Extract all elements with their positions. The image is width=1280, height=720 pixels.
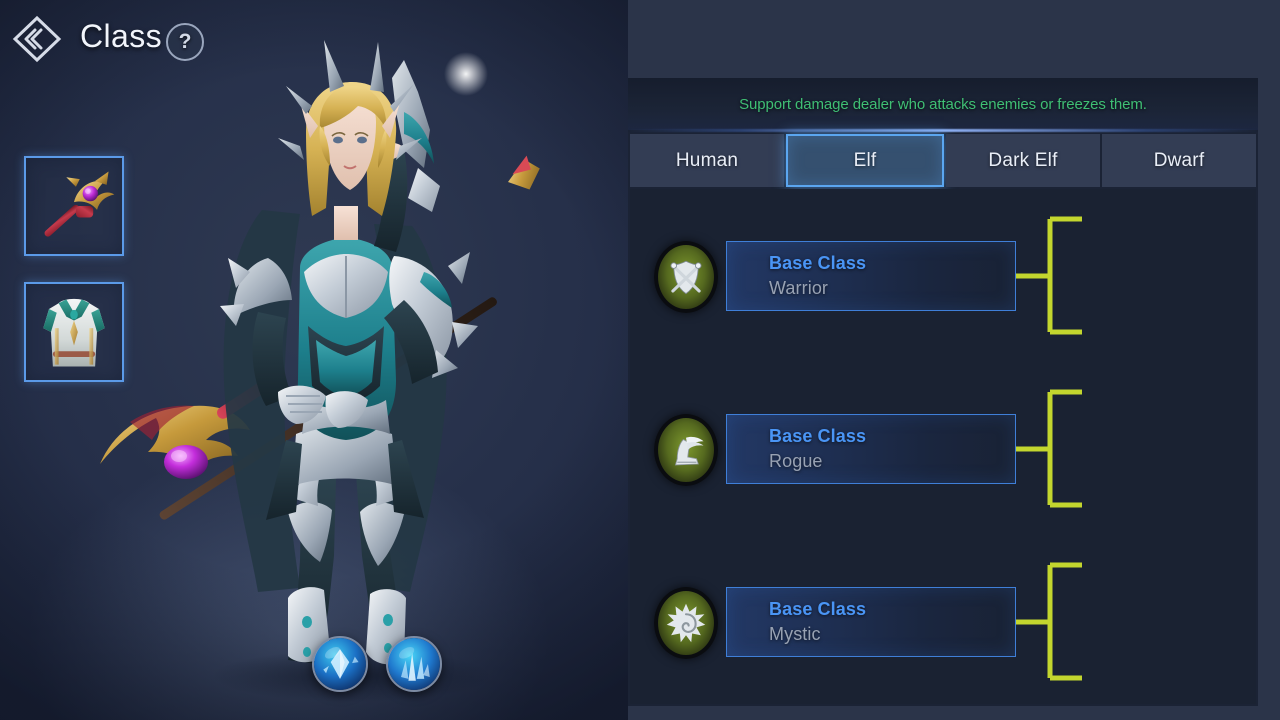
- class-tree: Base Class Warrior Lv. 31 Required Templ…: [630, 189, 1256, 704]
- skill-orb-1[interactable]: [312, 636, 368, 692]
- top-bar: Class ?: [0, 0, 628, 78]
- race-tab-bar: Human Elf Dark Elf Dwarf: [630, 134, 1256, 187]
- help-button[interactable]: ?: [166, 23, 204, 61]
- base-class-icon-rogue: [654, 414, 718, 486]
- class-group-warrior: Base Class Warrior Lv. 31 Required Templ…: [630, 189, 1256, 364]
- base-class-label: Base Class: [769, 426, 867, 446]
- class-group-rogue: Base Class Rogue Lv. 31 Required Plains …: [630, 362, 1256, 537]
- armor-slot[interactable]: [24, 282, 124, 382]
- skill-orb-2[interactable]: [386, 636, 442, 692]
- base-class-label: Base Class: [769, 599, 867, 619]
- tab-elf[interactable]: Elf: [786, 134, 944, 187]
- panel-divider: [628, 129, 1258, 132]
- page-title: Class: [80, 18, 163, 54]
- class-panel: Support damage dealer who attacks enemie…: [628, 78, 1258, 706]
- class-group-mystic: Base Class Mystic Lv. 31 Required Spells…: [630, 535, 1256, 710]
- tab-dwarf[interactable]: Dwarf: [1102, 134, 1256, 187]
- base-class-name: Mystic: [769, 624, 821, 644]
- tab-dark-elf[interactable]: Dark Elf: [946, 134, 1100, 187]
- weapon-slot[interactable]: [24, 156, 124, 256]
- base-class-icon-mystic: [654, 587, 718, 659]
- base-class-name: Warrior: [769, 278, 829, 298]
- class-description-bar: Support damage dealer who attacks enemie…: [628, 78, 1258, 130]
- character-stage: Class ?: [0, 0, 628, 720]
- base-class-name: Rogue: [769, 451, 823, 471]
- base-class-icon-warrior: [654, 241, 718, 313]
- class-description-text: Support damage dealer who attacks enemie…: [739, 95, 1147, 113]
- base-class-rogue[interactable]: Base Class Rogue: [726, 414, 1016, 484]
- base-class-mystic[interactable]: Base Class Mystic: [726, 587, 1016, 657]
- tab-human[interactable]: Human: [630, 134, 784, 187]
- back-button[interactable]: [8, 12, 66, 66]
- base-class-label: Base Class: [769, 253, 867, 273]
- back-chevron-diamond-icon: [12, 15, 62, 63]
- base-class-warrior[interactable]: Base Class Warrior: [726, 241, 1016, 311]
